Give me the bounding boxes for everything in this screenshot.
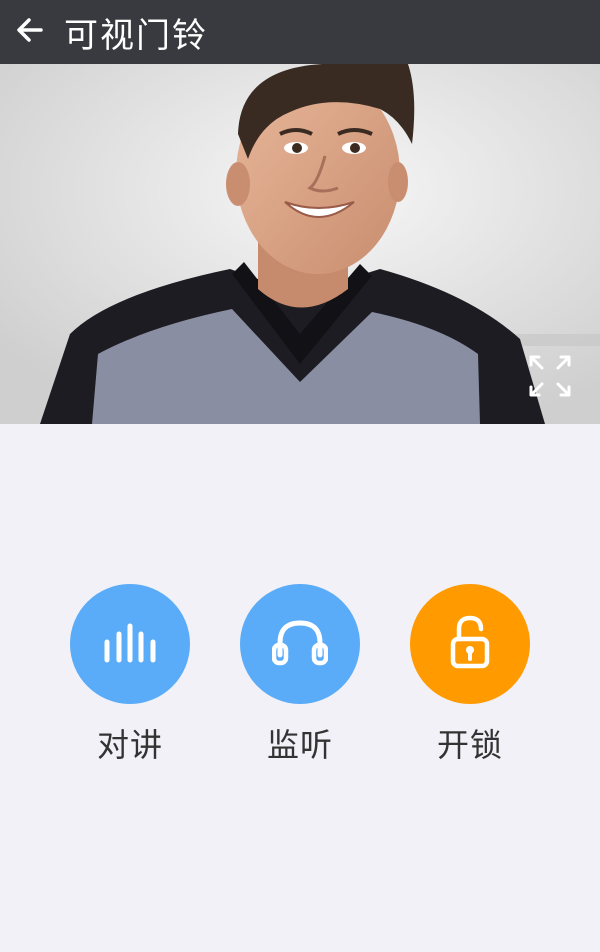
unlock-icon <box>450 615 490 673</box>
visitor-image <box>0 64 600 424</box>
video-feed[interactable] <box>0 64 600 424</box>
talk-label: 对讲 <box>96 726 163 764</box>
talk-button[interactable]: 对讲 <box>70 584 190 766</box>
action-row: 对讲 监听 开锁 <box>0 584 600 764</box>
unlock-circle[interactable] <box>410 584 530 704</box>
unlock-label: 开锁 <box>436 726 503 764</box>
top-bar: 可视门铃 <box>0 0 600 64</box>
expand-icon <box>528 355 572 402</box>
back-button[interactable] <box>0 0 60 64</box>
page-title: 可视门铃 <box>64 15 208 56</box>
unlock-button[interactable]: 开锁 <box>410 584 530 766</box>
talk-circle[interactable] <box>70 584 190 704</box>
headphones-icon <box>271 617 329 671</box>
audio-bars-icon <box>102 620 158 668</box>
doorbell-screen: 可视门铃 对讲 监听 开锁 <box>0 0 600 952</box>
listen-label: 监听 <box>266 726 333 764</box>
fullscreen-button[interactable] <box>528 354 572 398</box>
arrow-left-icon <box>15 15 45 49</box>
listen-button[interactable]: 监听 <box>240 584 360 766</box>
listen-circle[interactable] <box>240 584 360 704</box>
